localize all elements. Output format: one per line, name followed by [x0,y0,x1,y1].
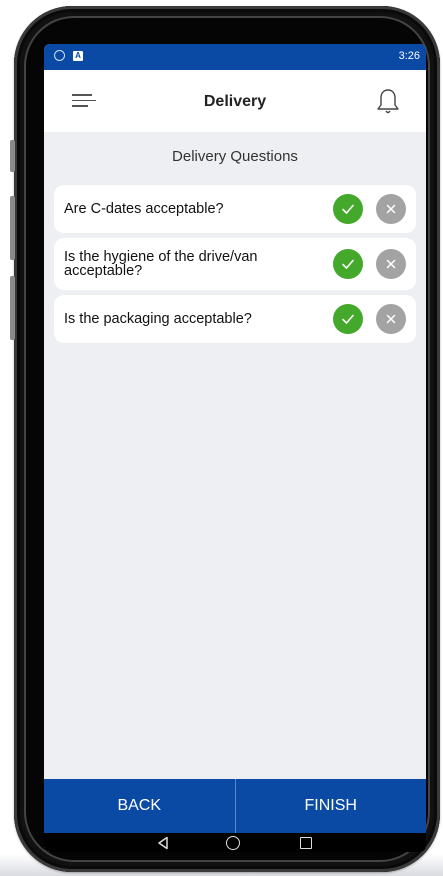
question-text: Is the packaging acceptable? [64,311,252,327]
question-row: Are C-dates acceptable? [54,185,416,233]
app-screen: A 3:26 Delivery Delivery Questions Are C… [44,44,426,852]
close-icon [386,204,396,214]
phone-volume-up-button [10,196,15,260]
no-button[interactable] [376,249,406,279]
status-icons: A [54,50,83,61]
nav-recent-apps-icon[interactable] [300,837,312,849]
question-row: Is the hygiene of the drive/van acceptab… [54,238,416,290]
question-list: Are C-dates acceptable? Is the hygiene o… [44,185,426,343]
bell-icon[interactable] [376,88,400,116]
checkmark-icon [342,259,354,269]
question-text: Is the hygiene of the drive/van acceptab… [64,249,258,279]
phone-volume-down-button [10,276,15,340]
checkmark-icon [342,204,354,214]
back-button[interactable]: BACK [44,779,235,833]
status-bar: A 3:26 [44,44,426,70]
bottom-action-bar: BACK FINISH [44,779,426,833]
no-button[interactable] [376,194,406,224]
status-time: 3:26 [398,50,420,62]
system-nav-bar [44,833,426,852]
section-title: Delivery Questions [172,148,298,165]
phone-side-button [10,140,15,172]
no-button[interactable] [376,304,406,334]
question-text: Are C-dates acceptable? [64,201,224,217]
nav-home-icon[interactable] [226,836,240,850]
yes-button[interactable] [333,194,363,224]
yes-button[interactable] [333,304,363,334]
page-title: Delivery [203,93,267,110]
yes-button[interactable] [333,249,363,279]
app-header: Delivery [44,70,426,132]
finish-button[interactable]: FINISH [236,779,427,833]
nav-back-icon[interactable] [156,836,170,850]
close-icon [386,259,396,269]
sync-status-icon [54,50,65,61]
close-icon [386,314,396,324]
checkmark-icon [342,314,354,324]
question-row: Is the packaging acceptable? [54,295,416,343]
app-notification-icon: A [73,50,83,61]
